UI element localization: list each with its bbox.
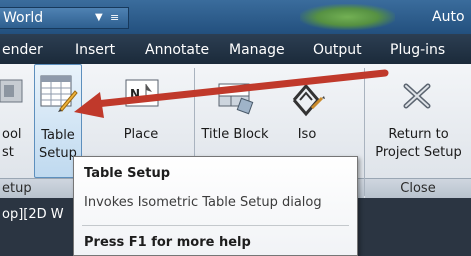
iso-icon (292, 83, 325, 117)
ribbon-divider (364, 68, 365, 196)
return-label-1: Return to (388, 127, 449, 142)
tab-output[interactable]: Output (313, 42, 362, 58)
place-icon-letter: N (130, 87, 140, 101)
place-label: Place (123, 127, 159, 142)
table-setup-label-1: Table (41, 128, 75, 143)
tab-insert[interactable]: Insert (75, 42, 115, 58)
tooltip: Table Setup Invokes Isometric Table Setu… (73, 156, 358, 256)
return-to-project-setup-button[interactable]: Return to Project Setup (366, 64, 471, 178)
title-bar: World ▼ ≡ Auto (0, 0, 471, 34)
title-block-icon (218, 83, 254, 115)
tab-manage[interactable]: Manage (229, 42, 285, 58)
partial-tool-label-1: ool (2, 127, 22, 142)
tooltip-divider (82, 225, 349, 226)
workspace-value: World (3, 10, 44, 26)
iso-label: Iso (297, 127, 317, 142)
tab-render[interactable]: ender (2, 42, 43, 58)
app-title: Auto (432, 9, 465, 25)
group-label-setup: etup (0, 178, 64, 198)
tooltip-help: Press F1 for more help (84, 235, 251, 250)
partial-tool-button[interactable]: ool st (0, 64, 32, 178)
quick-access-menu-icon[interactable]: ≡ (110, 8, 119, 28)
partial-tool-label-2: st (2, 145, 14, 160)
workspace-dropdown[interactable]: World ▼ ≡ (0, 7, 129, 29)
document-tab-label[interactable]: op][2D W (2, 207, 64, 222)
tooltip-title: Table Setup (84, 166, 171, 181)
title-glow-decoration (300, 4, 395, 30)
ribbon-tab-bar: ender Insert Annotate Manage Output Plug… (0, 34, 471, 64)
title-block-label: Title Block (201, 127, 269, 142)
chevron-down-icon[interactable]: ▼ (95, 8, 103, 28)
tool-icon (0, 79, 23, 103)
tab-plug-ins[interactable]: Plug-ins (390, 42, 445, 58)
table-setup-icon (40, 75, 78, 112)
group-label-close: Close (365, 178, 471, 198)
tab-annotate[interactable]: Annotate (145, 42, 209, 58)
tooltip-description: Invokes Isometric Table Setup dialog (84, 195, 322, 210)
close-x-icon (403, 83, 431, 109)
return-label-2: Project Setup (375, 145, 462, 160)
place-north-arrow-icon: N (125, 79, 159, 107)
